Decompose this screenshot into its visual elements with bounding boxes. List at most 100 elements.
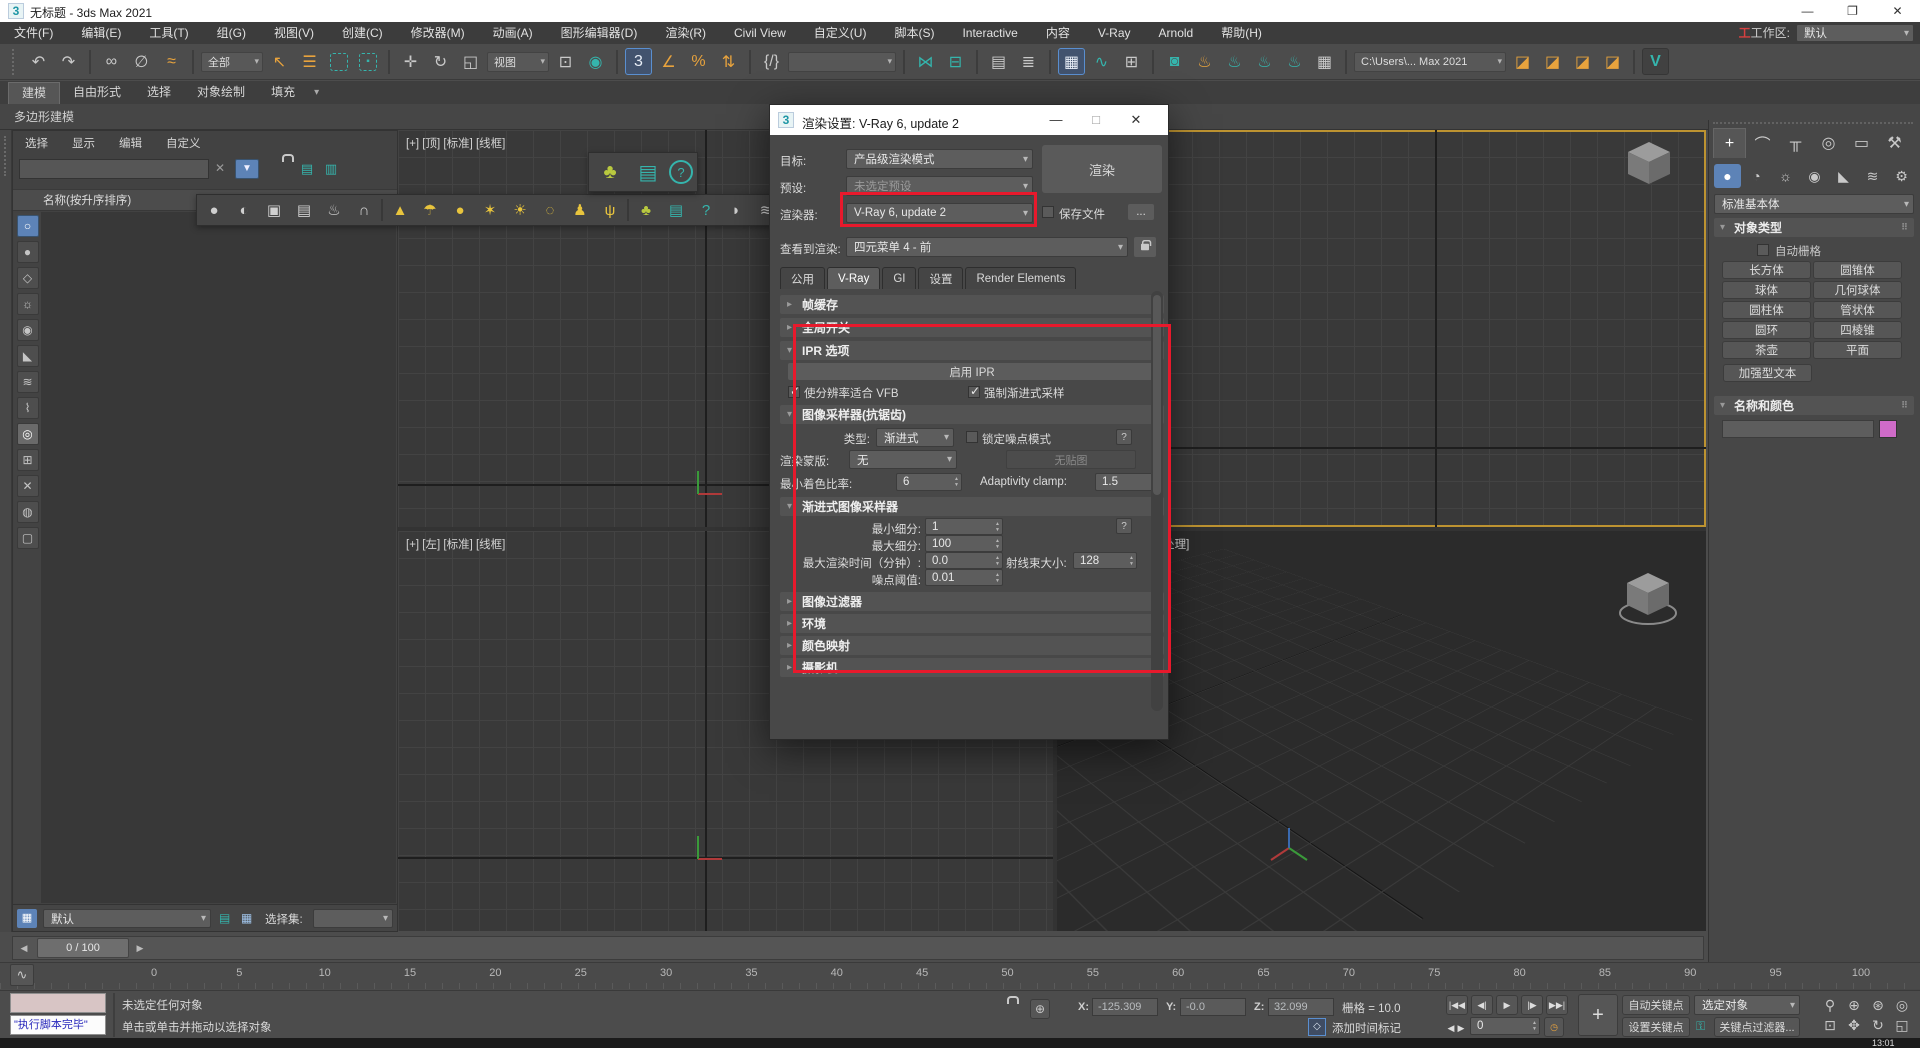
image-sampler-rollout[interactable]: 图像采样器(抗锯齿) [780,405,1164,424]
vray-sphere-light-icon[interactable]: ● [447,197,473,223]
vray-help2-icon[interactable]: ? [693,197,719,223]
menu-item[interactable]: 编辑(E) [67,22,135,44]
dialog-minimize-button[interactable]: — [1036,105,1076,135]
force-progressive-checkbox[interactable] [968,386,980,398]
zoom-extents-all-icon[interactable]: ◎ [1890,995,1914,1015]
frame-forward-icon[interactable]: ▶ [1456,1018,1466,1038]
toolbar-icon[interactable] [1152,50,1154,74]
explorer-footer-grid-icon[interactable]: ▦ [241,911,252,925]
cat-helpers-icon[interactable]: ◣ [1830,164,1857,188]
explorer-collapse-tree-icon[interactable]: ▥ [321,159,341,179]
name-color-rollout[interactable]: 名称和颜色 [1714,396,1914,415]
vray-help-icon[interactable]: ? [669,160,693,184]
select-move-icon[interactable]: ✛ [397,48,424,75]
toolbar-grip[interactable] [12,49,18,75]
filter-helpers-icon[interactable]: ◣ [17,345,39,367]
left-dock-strip[interactable] [0,130,12,932]
dialog-tab-gi[interactable]: GI [882,267,916,289]
vray-icon[interactable] [627,199,629,221]
vray-list-icon[interactable]: ▤ [291,197,317,223]
menu-item[interactable]: 渲染(R) [651,22,720,44]
vray-dome-light-icon[interactable]: ☂ [417,197,443,223]
selection-set-dropdown[interactable] [313,909,393,928]
vray-ambient-light-icon[interactable]: ◌ [537,197,563,223]
no-map-button[interactable]: 无贴图 [1006,450,1136,469]
ribbon-tab-object-paint[interactable]: 对象绘制 [184,82,258,103]
asset-library-icon[interactable]: ▦ [1311,48,1338,75]
toolbar-icon[interactable] [192,50,194,74]
toolbar-icon[interactable] [749,50,751,74]
scene-explorer-menu-item[interactable]: 编辑 [107,135,154,151]
cat-shapes-icon[interactable]: ◔ [1743,164,1770,188]
vray-sun-icon[interactable]: ☀ [507,197,533,223]
progressive-help-button[interactable]: ? [1116,518,1132,534]
prev-frame-icon[interactable]: ◀| [1471,995,1493,1015]
render-cloud-icon[interactable]: ♨ [1281,48,1308,75]
filter-materials-icon[interactable]: ◍ [17,501,39,523]
min-shading-field[interactable]: 6 [896,473,962,491]
filter-containers-icon[interactable]: ▢ [17,527,39,549]
viewport-left-label[interactable]: [+] [左] [标准] [线框] [406,536,505,552]
window-crossing-icon[interactable]: ▪ [359,53,377,71]
primitive-tube-button[interactable]: 管状体 [1813,301,1902,319]
bind-spacewarp-icon[interactable]: ≈ [158,48,185,75]
primitive-textplus-button[interactable]: 加强型文本 [1723,364,1812,382]
track-bar[interactable]: 0510152025303540455055606570758085909510… [0,962,1920,989]
dialog-tab-settings[interactable]: 设置 [918,267,963,289]
zoom-region-icon[interactable]: ⊡ [1818,1015,1842,1035]
scene-explorer-toggle-icon[interactable]: ▤ [985,48,1012,75]
ref-coord-dropdown[interactable]: 视图 [487,52,549,72]
lock-noise-checkbox[interactable] [966,431,978,443]
view-lock-icon[interactable] [1134,237,1156,257]
menu-item[interactable]: 视图(V) [260,22,328,44]
vray-render-icon[interactable]: ◐ [231,197,257,223]
snap-toggle-icon[interactable]: 3 [625,48,652,75]
object-name-input[interactable] [1722,420,1874,438]
menu-item[interactable]: Arnold [1145,22,1208,44]
material-editor-icon[interactable]: ◙ [1161,48,1188,75]
menu-item[interactable]: 内容 [1032,22,1084,44]
filter-xrefs-icon[interactable]: ✕ [17,475,39,497]
explorer-layout-icon[interactable]: ▦ [17,909,37,928]
window-close-button[interactable]: ✕ [1875,0,1920,22]
progressive-sampler-rollout[interactable]: 渐进式图像采样器 [780,497,1164,516]
vray-tree-icon[interactable]: ♣ [593,155,627,189]
vray-doc-icon[interactable]: ▤ [663,197,689,223]
use-pivot-center-icon[interactable]: ⊡ [552,48,579,75]
new-key-icon[interactable]: ⚿ [1696,1019,1705,1034]
vray-moon-icon[interactable]: ◗ [723,197,749,223]
layer-manager-icon[interactable]: ≣ [1015,48,1042,75]
selection-filter-dropdown[interactable]: 全部 [201,52,263,72]
search-filter-icon[interactable]: ▼ [235,159,259,179]
dialog-tab-render-elements[interactable]: Render Elements [965,267,1076,289]
min-subdivs-field[interactable]: 1 [925,518,1003,535]
render-button[interactable]: 渲染 [1042,145,1162,193]
enable-ipr-button[interactable]: 启用 IPR [788,363,1156,380]
redo-icon[interactable]: ↷ [55,48,82,75]
menu-item[interactable]: 创建(C) [328,22,397,44]
ipr-options-rollout[interactable]: IPR 选项 [780,341,1164,360]
ribbon-minimize-icon[interactable]: ▾ [308,82,325,103]
menu-item[interactable]: 脚本(S) [880,22,948,44]
filter-all-icon[interactable]: ○ [17,215,39,237]
tab-utilities[interactable]: ⚒ [1878,128,1911,158]
vray-ies-light-icon[interactable]: ✶ [477,197,503,223]
current-frame-field[interactable]: 0 [1470,1017,1540,1035]
project-folder-dropdown[interactable]: C:\Users\... Max 2021 [1354,52,1506,72]
cat-systems-icon[interactable]: ⚙ [1888,164,1915,188]
scene-explorer-search-input[interactable] [19,159,209,179]
primitive-box-button[interactable]: 长方体 [1722,261,1811,279]
clear-search-icon[interactable]: ✕ [215,161,225,175]
x-coordinate-field[interactable]: -125.309 [1092,998,1158,1016]
filter-cameras-icon[interactable]: ◉ [17,319,39,341]
primitive-teapot-button[interactable]: 茶壶 [1722,341,1811,359]
menu-item[interactable]: Civil View [720,22,800,44]
toolbar-icon[interactable] [89,50,91,74]
max-render-time-field[interactable]: 0.0 [925,552,1003,569]
ribbon-tab-modeling[interactable]: 建模 [8,82,60,104]
curve-editor-icon[interactable]: ∿ [1088,48,1115,75]
maximize-viewport-icon[interactable]: ◱ [1890,1015,1914,1035]
cat-spacewarps-icon[interactable]: ≋ [1859,164,1886,188]
toolbar-icon[interactable] [616,50,618,74]
angle-snap-icon[interactable]: ∠ [655,48,682,75]
